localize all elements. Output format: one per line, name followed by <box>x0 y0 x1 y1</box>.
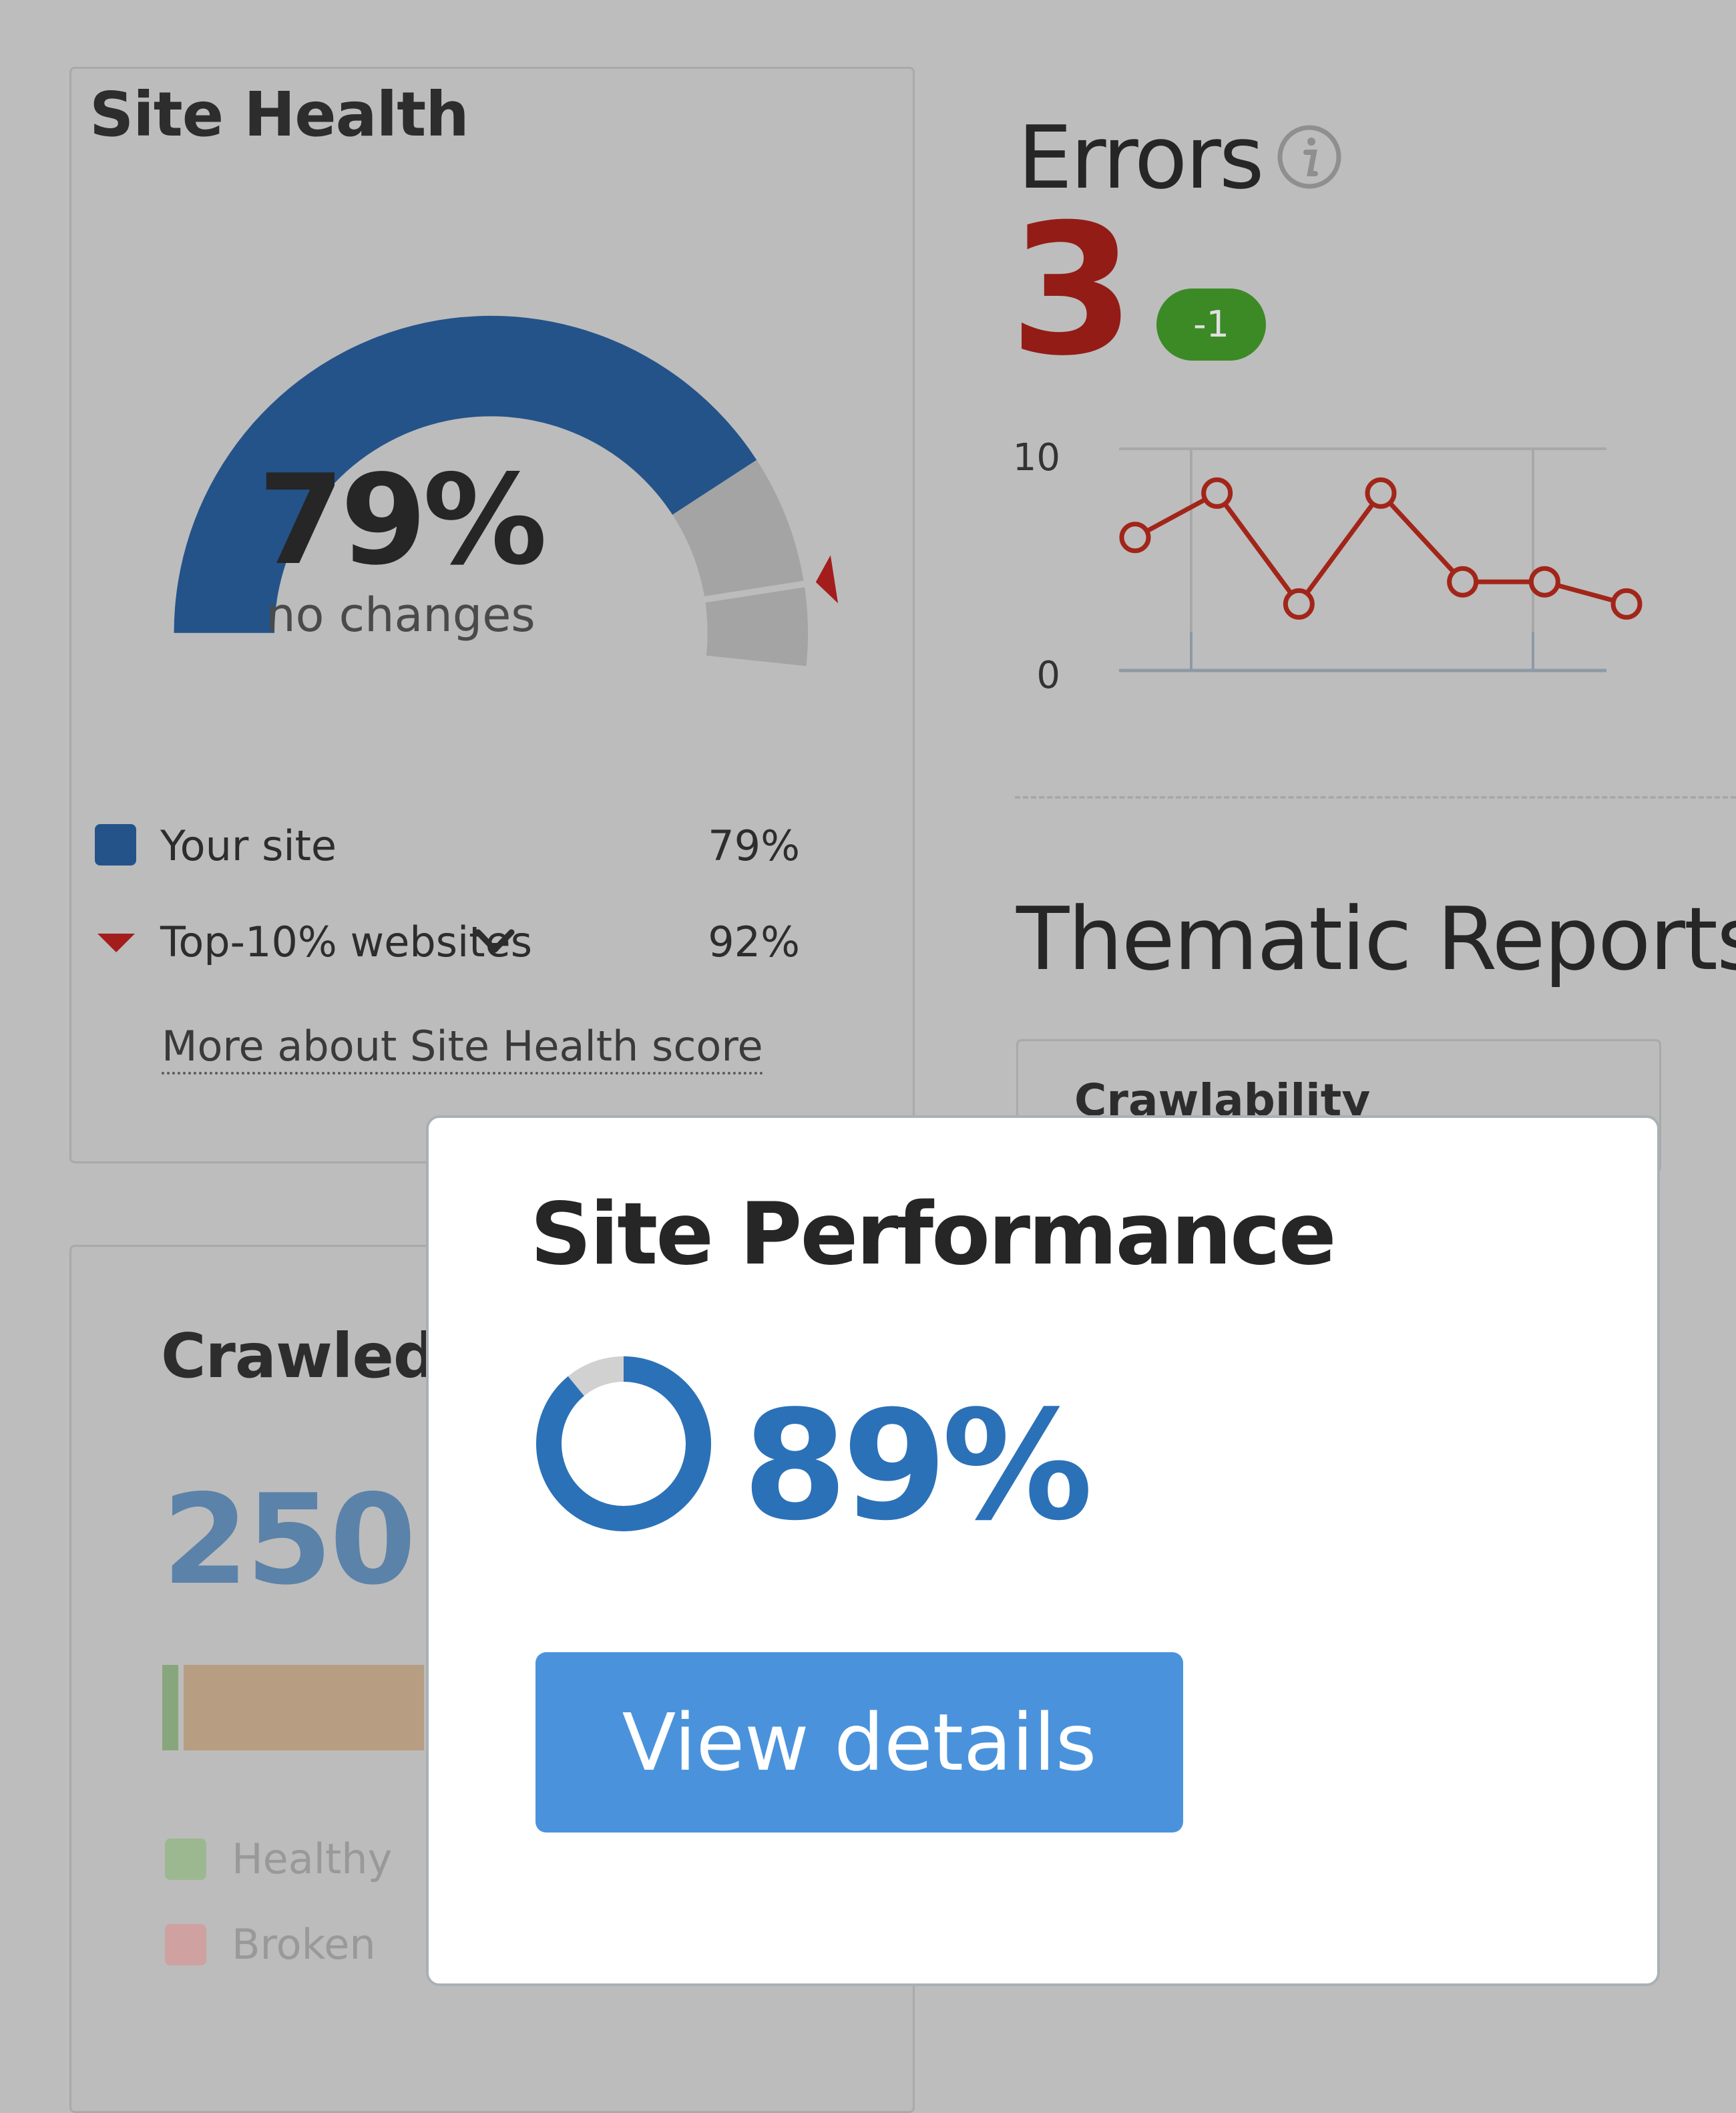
bar-healthy-segment <box>162 1665 178 1750</box>
errors-point[interactable] <box>1365 477 1397 509</box>
site-health-change: no changes <box>266 588 535 642</box>
errors-point[interactable] <box>1201 477 1233 509</box>
site-health-score: 79% <box>258 447 547 592</box>
errors-trend-chart: 10 0 <box>1013 436 1643 695</box>
legend-top10[interactable]: Top-10% websites 92% <box>92 911 800 971</box>
healthy-swatch <box>165 1839 206 1880</box>
legend-label: Your site <box>160 821 337 870</box>
errors-point[interactable] <box>1528 566 1560 598</box>
more-about-site-health-link[interactable]: More about Site Health score <box>162 1022 763 1075</box>
top10-marker-icon <box>97 934 135 952</box>
info-icon[interactable] <box>1275 123 1343 191</box>
errors-point[interactable] <box>1447 566 1479 598</box>
y-tick-label: 10 <box>1013 436 1060 479</box>
bar-broken-segment <box>184 1665 424 1750</box>
gauge-top10-marker <box>815 555 839 604</box>
legend-label: Broken <box>232 1920 376 1969</box>
site-performance-popup: Site Performance 89% View details <box>426 1115 1660 1986</box>
chevron-down-icon[interactable] <box>474 927 515 958</box>
site-performance-donut <box>536 1356 711 1531</box>
y-tick-label: 0 <box>1036 654 1060 695</box>
errors-point[interactable] <box>1610 588 1643 620</box>
errors-count: 3 <box>1010 185 1135 395</box>
errors-series <box>1119 477 1643 620</box>
crawled-count: 250 <box>162 1467 416 1612</box>
view-details-button[interactable]: View details <box>535 1652 1183 1833</box>
legend-value: 92% <box>708 918 800 966</box>
legend-your-site: Your site 79% <box>92 815 800 875</box>
donut-score-arc <box>536 1356 711 1531</box>
broken-swatch <box>165 1924 206 1965</box>
your-site-swatch <box>95 824 136 866</box>
site-performance-title: Site Performance <box>530 1185 1337 1284</box>
legend-label: Healthy <box>232 1835 393 1883</box>
errors-point[interactable] <box>1119 522 1151 554</box>
errors-point[interactable] <box>1283 588 1315 620</box>
site-health-title: Site Health <box>89 79 469 150</box>
thematic-reports-title: Thematic Reports <box>1016 888 1736 990</box>
errors-change-badge: -1 <box>1156 289 1266 361</box>
section-divider <box>1015 796 1736 799</box>
legend-value: 79% <box>708 821 800 870</box>
site-performance-score: 89% <box>742 1378 1093 1554</box>
crawled-title: Crawled <box>161 1320 437 1392</box>
